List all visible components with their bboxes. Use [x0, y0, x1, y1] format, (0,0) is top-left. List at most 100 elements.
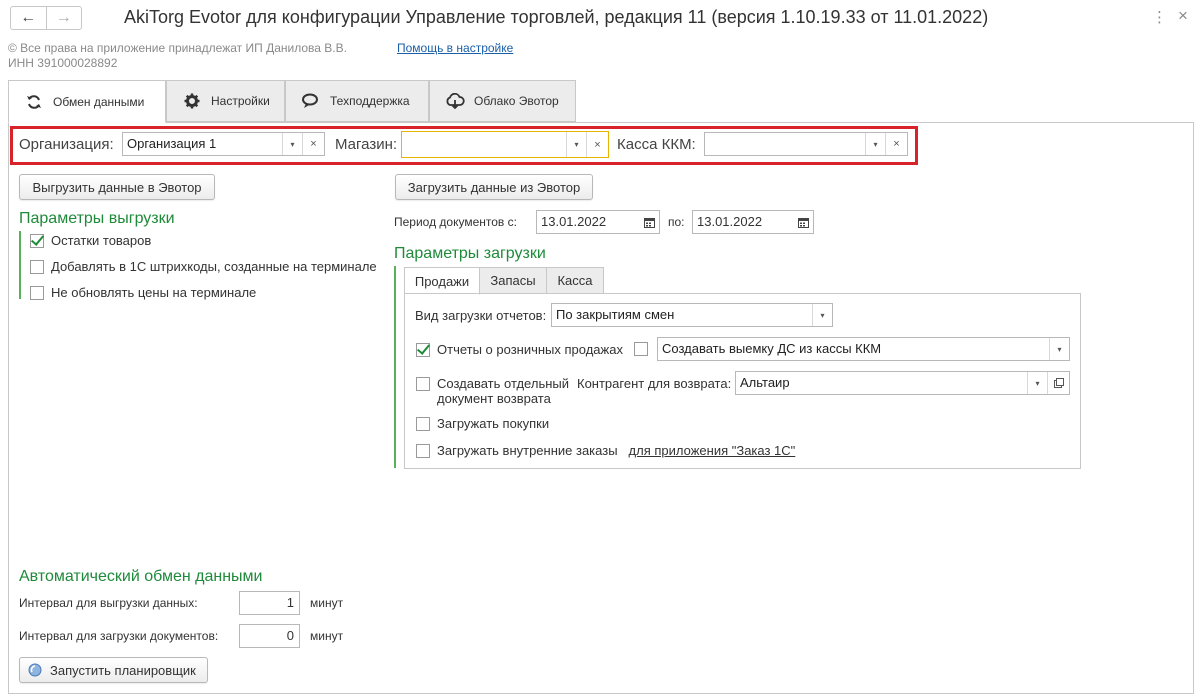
scheduler-label: Запустить планировщик	[50, 662, 196, 678]
export-button[interactable]: Выгрузить данные в Эвотор	[19, 174, 215, 200]
checkbox[interactable]	[634, 342, 648, 356]
chevron-down-icon[interactable]: ▾	[1027, 372, 1047, 394]
back-arrow-icon[interactable]: ←	[11, 7, 46, 29]
date-from-field[interactable]: 13.01.2022	[536, 210, 660, 234]
checkbox[interactable]	[416, 443, 430, 458]
export-interval-input[interactable]: 1	[239, 591, 300, 615]
organization-label: Организация:	[19, 136, 114, 153]
store-field[interactable]: ▾ ×	[401, 131, 609, 158]
gear-icon	[181, 93, 203, 109]
clear-icon[interactable]: ×	[586, 132, 608, 157]
withdrawal-value[interactable]: Создавать выемку ДС из кассы ККМ	[658, 338, 1049, 360]
import-params-title: Параметры загрузки	[394, 245, 546, 262]
tab-settings[interactable]: Настройки	[166, 80, 285, 122]
store-value[interactable]	[402, 132, 566, 157]
checkbox[interactable]	[30, 259, 44, 274]
report-type-select[interactable]: По закрытиям смен ▾	[551, 303, 833, 327]
checkbox[interactable]	[30, 233, 44, 248]
tab-data-exchange[interactable]: Обмен данными	[8, 80, 166, 123]
export-params-title: Параметры выгрузки	[19, 210, 175, 227]
tab-evotor-cloud[interactable]: Облако Эвотор	[429, 80, 576, 122]
counterparty-value[interactable]: Альтаир	[736, 372, 1027, 394]
section-bar	[394, 266, 396, 468]
scheduler-icon	[28, 663, 42, 677]
chevron-down-icon[interactable]: ▾	[865, 133, 885, 155]
counterparty-label: Контрагент для возврата:	[577, 376, 732, 391]
window-title: AkiTorg Evotor для конфигурации Управлен…	[124, 7, 989, 27]
clear-icon[interactable]: ×	[885, 133, 907, 155]
tab-support[interactable]: Техподдержка	[285, 80, 429, 122]
option-label: Не обновлять цены на терминале	[51, 285, 257, 300]
import-interval-label: Интервал для загрузки документов:	[19, 629, 219, 643]
chevron-down-icon[interactable]: ▾	[812, 304, 832, 326]
tab-label: Обмен данными	[53, 94, 145, 109]
export-option-stock[interactable]: Остатки товаров	[30, 233, 151, 248]
separate-return-label-2: документ возврата	[437, 391, 551, 406]
export-interval-label: Интервал для выгрузки данных:	[19, 596, 198, 610]
option-label: Создавать отдельный	[437, 376, 569, 391]
retail-reports-option[interactable]: Отчеты о розничных продажах	[416, 342, 623, 357]
more-menu-icon[interactable]: ⋮	[1152, 8, 1167, 26]
withdrawal-option[interactable]	[634, 342, 648, 356]
option-label: Отчеты о розничных продажах	[437, 342, 623, 357]
store-label: Магазин:	[335, 136, 398, 153]
checkbox[interactable]	[416, 416, 430, 431]
option-label: Загружать покупки	[437, 416, 550, 431]
chevron-down-icon[interactable]: ▾	[1049, 338, 1069, 360]
checkbox[interactable]	[30, 285, 44, 300]
cloud-icon	[444, 93, 466, 109]
calendar-icon[interactable]	[639, 211, 659, 233]
chevron-down-icon[interactable]: ▾	[282, 133, 302, 155]
order-app-link[interactable]: для приложения "Заказ 1С"	[629, 443, 796, 458]
checkbox[interactable]	[416, 376, 430, 391]
minutes-label: минут	[310, 629, 344, 643]
withdrawal-select[interactable]: Создавать выемку ДС из кассы ККМ ▾	[657, 337, 1070, 361]
tab-label: Техподдержка	[330, 94, 410, 108]
separate-return-option[interactable]: Создавать отдельный	[416, 376, 569, 391]
export-option-barcodes[interactable]: Добавлять в 1С штрихкоды, созданные на т…	[30, 259, 377, 274]
report-type-value[interactable]: По закрытиям смен	[552, 304, 812, 326]
organization-field[interactable]: Организация 1 ▾ ×	[122, 132, 325, 156]
date-to-field[interactable]: 13.01.2022	[692, 210, 814, 234]
refresh-icon	[23, 94, 45, 110]
subtab-sales[interactable]: Продажи	[404, 267, 480, 295]
open-icon[interactable]	[1047, 372, 1069, 394]
tab-label: Облако Эвотор	[474, 94, 559, 108]
kkm-value[interactable]	[705, 133, 865, 155]
option-label: Остатки товаров	[51, 233, 152, 248]
subtab-cash[interactable]: Касса	[546, 267, 604, 294]
help-link[interactable]: Помощь в настройке	[397, 41, 513, 55]
auto-exchange-title: Автоматический обмен данными	[19, 568, 263, 585]
kkm-label: Касса ККМ:	[617, 136, 696, 153]
inn-text: ИНН 391000028892	[8, 56, 118, 70]
import-button[interactable]: Загрузить данные из Эвотор	[395, 174, 593, 200]
kkm-field[interactable]: ▾ ×	[704, 132, 908, 156]
nav-buttons: ← →	[10, 6, 82, 30]
export-option-prices[interactable]: Не обновлять цены на терминале	[30, 285, 256, 300]
organization-value[interactable]: Организация 1	[123, 133, 282, 155]
forward-arrow-icon[interactable]: →	[45, 7, 82, 29]
start-scheduler-button[interactable]: Запустить планировщик	[19, 657, 208, 683]
calendar-icon[interactable]	[793, 211, 813, 233]
counterparty-field[interactable]: Альтаир ▾	[735, 371, 1070, 395]
tab-label: Настройки	[211, 94, 270, 108]
chevron-down-icon[interactable]: ▾	[566, 132, 586, 157]
copyright-info: © Все права на приложение принадлежат ИП…	[8, 41, 347, 71]
copyright-text: © Все права на приложение принадлежат ИП…	[8, 41, 347, 55]
option-label: Добавлять в 1С штрихкоды, созданные на т…	[51, 259, 377, 274]
period-label: Период документов с:	[394, 215, 517, 229]
date-to-value[interactable]: 13.01.2022	[693, 211, 793, 233]
date-from-value[interactable]: 13.01.2022	[537, 211, 639, 233]
minutes-label: минут	[310, 596, 344, 610]
report-type-label: Вид загрузки отчетов:	[415, 308, 547, 323]
purchases-option[interactable]: Загружать покупки	[416, 416, 549, 431]
internal-orders-option[interactable]: Загружать внутренние заказы для приложен…	[416, 443, 795, 458]
subtab-stock[interactable]: Запасы	[479, 267, 547, 294]
date-to-label: по:	[668, 215, 685, 229]
clear-icon[interactable]: ×	[302, 133, 324, 155]
close-icon[interactable]: ×	[1178, 6, 1188, 26]
import-interval-input[interactable]: 0	[239, 624, 300, 648]
checkbox[interactable]	[416, 342, 430, 357]
option-label: Загружать внутренние заказы	[437, 443, 618, 458]
section-bar	[19, 231, 21, 299]
